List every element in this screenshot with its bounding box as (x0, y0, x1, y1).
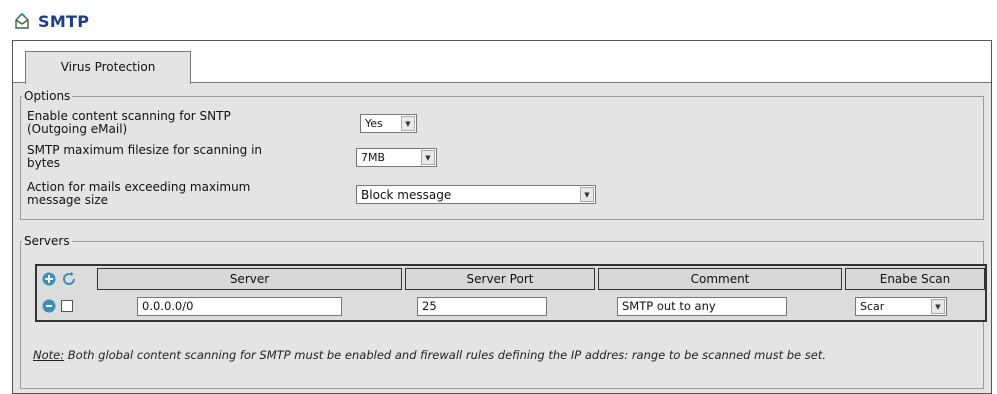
column-header-scan[interactable]: Enabe Scan (845, 268, 985, 290)
row-edit-icon[interactable] (41, 298, 57, 314)
column-header-comment[interactable]: Comment (598, 268, 842, 290)
note-text: Both global content scanning for SMTP mu… (64, 348, 827, 362)
comment-input[interactable]: SMTP out to any (617, 297, 787, 316)
header-actions (41, 271, 77, 287)
row-select-checkbox[interactable] (61, 300, 73, 312)
settings-panel: Virus Protection Options Enable content … (12, 40, 992, 394)
exceed-action-value: Block message (361, 187, 452, 202)
servers-table: Server Server Port Comment Enabe Scan 0.… (35, 264, 987, 322)
note-prefix: Note: (33, 348, 65, 362)
max-filesize-value: 7MB (361, 151, 386, 164)
tab-virus-protection[interactable]: Virus Protection (25, 51, 191, 84)
column-header-server[interactable]: Server (97, 268, 402, 290)
enable-scanning-label: Enable content scanning for SNTP (Outgoi… (27, 109, 231, 136)
servers-group: Servers Server Server Port Comment Enabe… (20, 234, 987, 389)
chevron-down-icon[interactable]: ▼ (580, 187, 594, 202)
options-group: Options Enable content scanning for SNTP… (20, 89, 984, 220)
options-legend: Options (22, 89, 73, 103)
row-actions (41, 298, 73, 314)
enable-scan-value: Scar (860, 300, 885, 313)
page-title: SMTP (38, 11, 90, 31)
exceed-action-label: Action for mails exceeding maximum messa… (27, 180, 251, 207)
table-header: Server Server Port Comment Enabe Scan (37, 266, 985, 292)
tab-strip: Virus Protection (13, 41, 991, 84)
footer-note: Note: Both global content scanning for S… (33, 348, 993, 363)
column-header-port[interactable]: Server Port (405, 268, 595, 290)
servers-legend: Servers (22, 234, 72, 248)
enable-scanning-select[interactable]: Yes ▼ (360, 114, 417, 133)
enable-scan-select[interactable]: Scar ▼ (855, 297, 947, 316)
table-row: 0.0.0.0/0 25 SMTP out to any Scar ▼ (37, 294, 985, 320)
chevron-down-icon[interactable]: ▼ (421, 150, 435, 165)
max-filesize-select[interactable]: 7MB ▼ (356, 148, 437, 167)
chevron-down-icon[interactable]: ▼ (931, 299, 945, 314)
max-filesize-label: SMTP maximum filesize for scanning in by… (27, 143, 263, 170)
server-input[interactable]: 0.0.0.0/0 (137, 297, 342, 316)
server-port-input[interactable]: 25 (417, 297, 547, 316)
mail-clip-icon (12, 11, 32, 31)
refresh-icon[interactable] (61, 271, 77, 287)
chevron-down-icon[interactable]: ▼ (401, 116, 415, 131)
add-row-icon[interactable] (41, 271, 57, 287)
exceed-action-select[interactable]: Block message ▼ (356, 185, 596, 204)
enable-scanning-value: Yes (365, 117, 383, 130)
page-header: SMTP (12, 8, 89, 34)
